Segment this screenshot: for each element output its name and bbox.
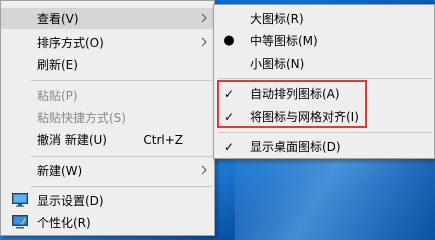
- menu-separator: [31, 156, 212, 157]
- menu-item-refresh[interactable]: 刷新(E): [1, 54, 214, 75]
- menu-separator: [218, 78, 432, 79]
- monitor-icon: [12, 193, 28, 207]
- menu-separator: [218, 132, 432, 133]
- menu-item-new[interactable]: 新建(W): [1, 160, 214, 181]
- menu-item-display-settings-label: 显示设置(D): [37, 194, 104, 208]
- submenu-item-medium-icons-label: 中等图标(M): [250, 34, 318, 48]
- submenu-item-medium-icons[interactable]: ● 中等图标(M): [214, 30, 434, 51]
- menu-item-sort-by[interactable]: 排序方式(O): [1, 32, 214, 53]
- submenu-item-small-icons-label: 小图标(N): [250, 57, 305, 71]
- menu-item-refresh-label: 刷新(E): [37, 58, 78, 72]
- desktop-context-menu: 查看(V) 排序方式(O) 刷新(E) 粘贴(P) 粘贴快捷方式(S) 撤消 新…: [0, 0, 215, 236]
- menu-item-paste[interactable]: 粘贴(P): [1, 85, 214, 106]
- menu-item-view-label: 查看(V): [37, 12, 79, 26]
- undo-shortcut-key: Ctrl+Z: [143, 132, 183, 147]
- submenu-item-large-icons[interactable]: 大图标(R): [214, 8, 434, 29]
- chevron-right-icon: [201, 165, 207, 175]
- annotation-highlight-box: [217, 80, 367, 128]
- menu-separator: [31, 186, 212, 187]
- personalize-icon: [12, 215, 28, 229]
- menu-item-paste-shortcut[interactable]: 粘贴快捷方式(S): [1, 107, 214, 128]
- menu-item-paste-shortcut-label: 粘贴快捷方式(S): [37, 111, 126, 125]
- checkmark-icon: ✓: [223, 139, 235, 154]
- menu-item-undo-new[interactable]: 撤消 新建(U) Ctrl+Z: [1, 129, 214, 150]
- menu-item-view[interactable]: 查看(V): [1, 8, 214, 29]
- menu-item-personalize-label: 个性化(R): [37, 216, 91, 230]
- chevron-right-icon: [201, 13, 207, 23]
- menu-item-personalize[interactable]: 个性化(R): [1, 212, 214, 233]
- menu-item-paste-label: 粘贴(P): [37, 89, 78, 103]
- submenu-item-show-desktop-icons[interactable]: ✓ 显示桌面图标(D): [214, 136, 434, 157]
- submenu-item-large-icons-label: 大图标(R): [250, 12, 304, 26]
- menu-item-display-settings[interactable]: 显示设置(D): [1, 190, 214, 211]
- menu-separator: [31, 80, 212, 81]
- selected-bullet-icon: ●: [223, 33, 235, 48]
- submenu-item-show-desktop-icons-label: 显示桌面图标(D): [250, 140, 341, 154]
- chevron-right-icon: [201, 37, 207, 47]
- menu-item-new-label: 新建(W): [37, 164, 83, 178]
- menu-item-undo-new-label: 撤消 新建(U): [37, 133, 107, 147]
- submenu-item-small-icons[interactable]: 小图标(N): [214, 53, 434, 74]
- menu-item-sort-by-label: 排序方式(O): [37, 36, 104, 50]
